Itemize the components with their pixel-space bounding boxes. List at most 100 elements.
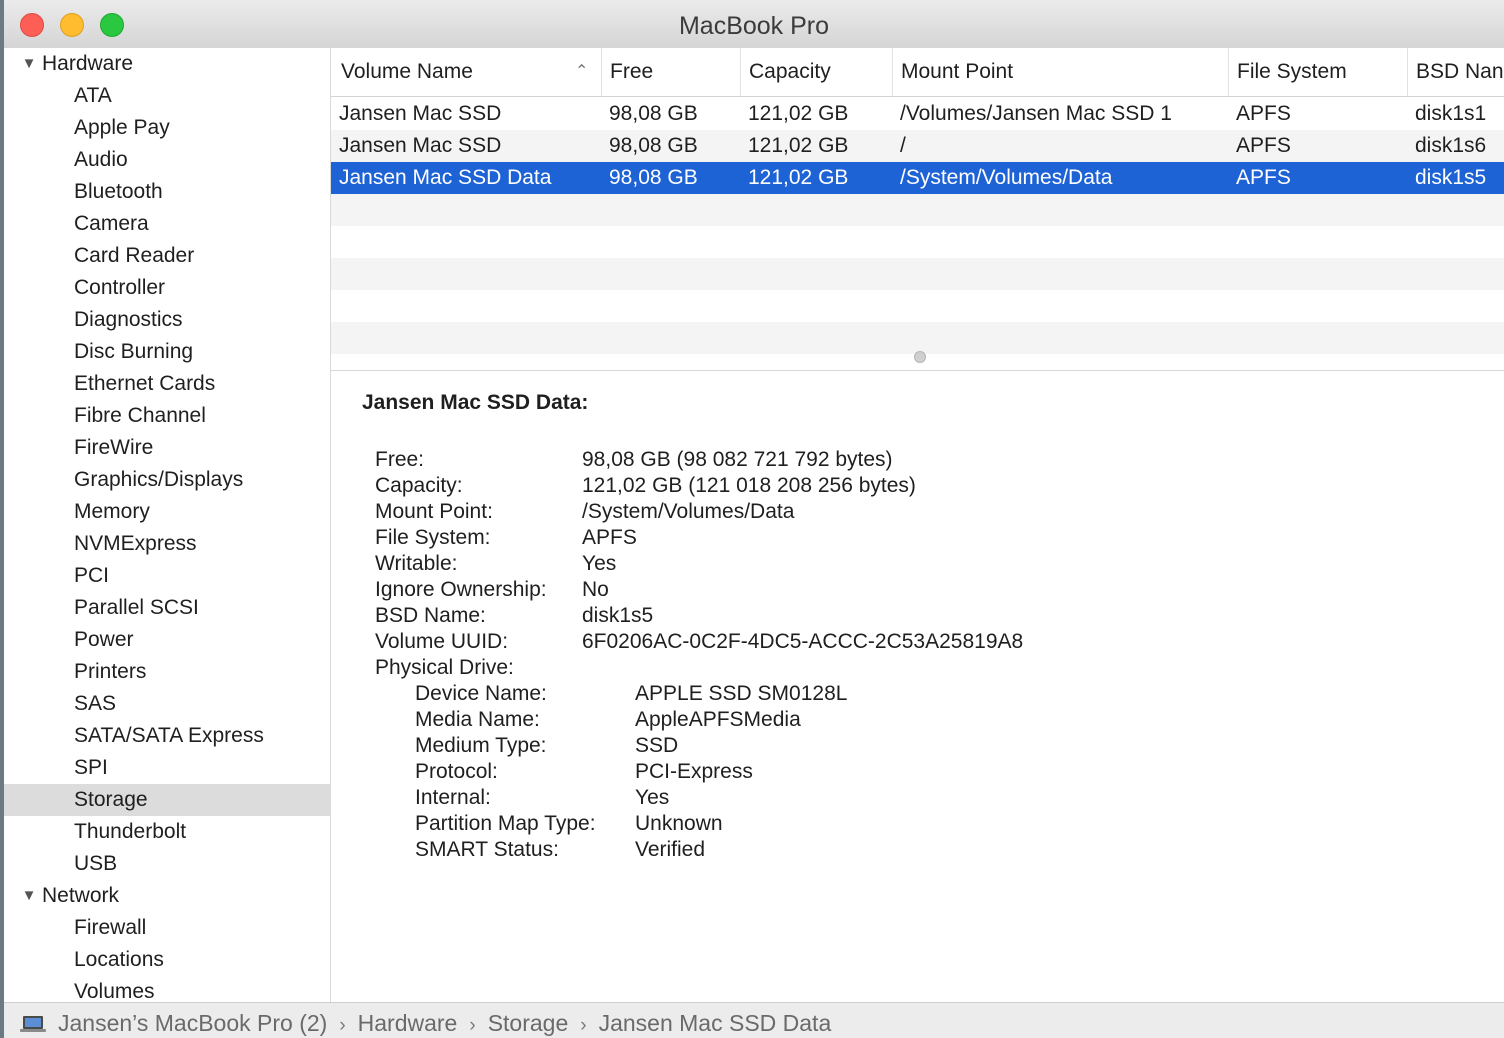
sidebar[interactable]: ▼ Hardware ATA Apple Pay Audio Bluetooth Camer…: [4, 48, 331, 1002]
sidebar-item-firewall[interactable]: Firewall: [4, 912, 330, 944]
breadcrumb-item-jansen-s-macbook-pro-2[interactable]: Jansen’s MacBook Pro (2): [58, 1010, 327, 1036]
cell-free: 98,08 GB: [609, 134, 698, 157]
sidebar-item-graphics-displays[interactable]: Graphics/Displays: [4, 464, 330, 496]
table-row[interactable]: Jansen Mac SSD Data 98,08 GB 121,02 GB/Sys…: [331, 162, 1504, 194]
status-bar: Jansen’s MacBook Pro (2) › Hardware › Storag…: [4, 1002, 1504, 1038]
cell-volume-name: Jansen Mac SSD: [339, 102, 502, 125]
column-header-free[interactable]: Free: [601, 48, 740, 96]
cell-mount-point: /: [900, 134, 906, 157]
detail-key: BSD Name:: [375, 604, 486, 627]
detail-value: Yes: [635, 786, 670, 809]
sidebar-item-fibre-channel[interactable]: Fibre Channel: [4, 400, 330, 432]
table-row[interactable]: Jansen Mac SSD 98,08 GB 121,02 GB/Volumes/…: [331, 98, 1504, 130]
sidebar-group-label: Network: [42, 884, 120, 907]
detail-pane: Jansen Mac SSD Data: Free: 98,08 GB (98 0…: [331, 371, 1504, 1002]
cell-free: 98,08 GB: [609, 102, 698, 125]
sidebar-item-sas[interactable]: SAS: [4, 688, 330, 720]
sidebar-item-diagnostics[interactable]: Diagnostics: [4, 304, 330, 336]
sidebar-item-volumes[interactable]: Volumes: [4, 976, 330, 1002]
sidebar-item-label: Graphics/Displays: [74, 468, 244, 491]
sidebar-item-label: Fibre Channel: [74, 404, 206, 427]
column-header-volume-name[interactable]: Volume Name: [331, 48, 601, 96]
sidebar-item-spi[interactable]: SPI: [4, 752, 330, 784]
sidebar-item-label: Card Reader: [74, 244, 195, 267]
breadcrumb-item-storage[interactable]: Storage: [488, 1010, 569, 1036]
column-header-bsd-nan[interactable]: BSD Nan: [1407, 48, 1504, 96]
sidebar-item-parallel-scsi[interactable]: Parallel SCSI: [4, 592, 330, 624]
sidebar-item-label: Storage: [74, 788, 148, 811]
cell-volume-name: Jansen Mac SSD: [339, 134, 502, 157]
table-row[interactable]: Jansen Mac SSD 98,08 GB 121,02 GB / APFS disk…: [331, 130, 1504, 162]
cell-capacity: 121,02 GB: [748, 102, 849, 125]
sidebar-item-power[interactable]: Power: [4, 624, 330, 656]
sidebar-item-audio[interactable]: Audio: [4, 144, 330, 176]
column-header-mount-point[interactable]: Mount Point: [892, 48, 1228, 96]
detail-key: Capacity:: [375, 474, 463, 497]
sidebar-item-card-reader[interactable]: Card Reader: [4, 240, 330, 272]
sidebar-item-label: Controller: [74, 276, 166, 299]
detail-key: Free:: [375, 448, 425, 471]
sidebar-item-apple-pay[interactable]: Apple Pay: [4, 112, 330, 144]
disclosure-triangle-icon[interactable]: ▼: [20, 48, 38, 80]
disclosure-triangle-icon[interactable]: ▼: [20, 880, 38, 912]
volumes-table[interactable]: Volume Name ⌃ Free Capacity Mount Point File …: [331, 48, 1504, 371]
sidebar-item-storage[interactable]: Storage: [4, 784, 330, 816]
sidebar-item-locations[interactable]: Locations: [4, 944, 330, 976]
detail-key: SMART Status:: [415, 838, 559, 861]
breadcrumb-separator-icon: ›: [469, 1015, 476, 1036]
sidebar-item-pci[interactable]: PCI: [4, 560, 330, 592]
detail-key: Mount Point:: [375, 500, 493, 523]
cell-file-system: APFS: [1236, 166, 1291, 189]
detail-value: APPLE SSD SM0128L: [635, 682, 848, 705]
cell-file-system: APFS: [1236, 102, 1291, 125]
breadcrumb-separator-icon: ›: [580, 1015, 587, 1036]
column-header-capacity[interactable]: Capacity: [740, 48, 892, 96]
sidebar-item-firewire[interactable]: FireWire: [4, 432, 330, 464]
cell-mount-point: /System/Volumes/Data: [900, 166, 1113, 189]
sidebar-item-bluetooth[interactable]: Bluetooth: [4, 176, 330, 208]
detail-value: No: [582, 578, 609, 601]
sidebar-item-ethernet-cards[interactable]: Ethernet Cards: [4, 368, 330, 400]
title-bar[interactable]: MacBook Pro: [4, 0, 1504, 49]
column-header-file-system[interactable]: File System: [1228, 48, 1407, 96]
sidebar-group-label: Hardware: [42, 52, 134, 75]
sort-ascending-icon[interactable]: ⌃: [575, 48, 588, 96]
sidebar-group-network[interactable]: ▼ Network: [4, 880, 330, 912]
detail-value: SSD: [635, 734, 679, 757]
detail-key: Partition Map Type:: [415, 812, 596, 835]
sidebar-item-label: PCI: [74, 564, 110, 587]
detail-key: Physical Drive:: [375, 656, 514, 679]
detail-key: Protocol:: [415, 760, 498, 783]
sidebar-item-sata-sata-express[interactable]: SATA/SATA Express: [4, 720, 330, 752]
sidebar-item-usb[interactable]: USB: [4, 848, 330, 880]
cell-bsd-nan: disk1s6: [1415, 134, 1487, 157]
window-title: MacBook Pro: [678, 12, 830, 40]
sidebar-item-camera[interactable]: Camera: [4, 208, 330, 240]
detail-key: Ignore Ownership:: [375, 578, 547, 601]
detail-value: Unknown: [635, 812, 723, 835]
table-row-empty: [331, 258, 1504, 290]
sidebar-item-controller[interactable]: Controller: [4, 272, 330, 304]
sidebar-item-label: Diagnostics: [74, 308, 183, 331]
sidebar-item-label: SATA/SATA Express: [74, 724, 264, 747]
sidebar-group-hardware[interactable]: ▼ Hardware: [4, 48, 330, 80]
sidebar-item-ata[interactable]: ATA: [4, 80, 330, 112]
sidebar-item-label: Power: [74, 628, 134, 651]
sidebar-item-label: FireWire: [74, 436, 154, 459]
sidebar-item-disc-burning[interactable]: Disc Burning: [4, 336, 330, 368]
split-resize-handle[interactable]: [914, 351, 926, 363]
cell-bsd-nan: disk1s5: [1415, 166, 1487, 189]
sidebar-item-label: SPI: [74, 756, 108, 779]
breadcrumb-item-jansen-mac-ssd-data[interactable]: Jansen Mac SSD Data: [599, 1010, 832, 1036]
sidebar-item-memory[interactable]: Memory: [4, 496, 330, 528]
detail-value: Verified: [635, 838, 706, 861]
breadcrumb-separator-icon: ›: [339, 1015, 346, 1036]
sidebar-item-label: Camera: [74, 212, 149, 235]
sidebar-item-nvmexpress[interactable]: NVMExpress: [4, 528, 330, 560]
sidebar-item-printers[interactable]: Printers: [4, 656, 330, 688]
table-row-empty: [331, 194, 1504, 226]
sidebar-item-thunderbolt[interactable]: Thunderbolt: [4, 816, 330, 848]
breadcrumb-item-hardware[interactable]: Hardware: [358, 1010, 458, 1036]
detail-value: disk1s5: [582, 604, 654, 627]
breadcrumb: Jansen’s MacBook Pro (2) › Hardware › Storag…: [58, 1003, 831, 1038]
